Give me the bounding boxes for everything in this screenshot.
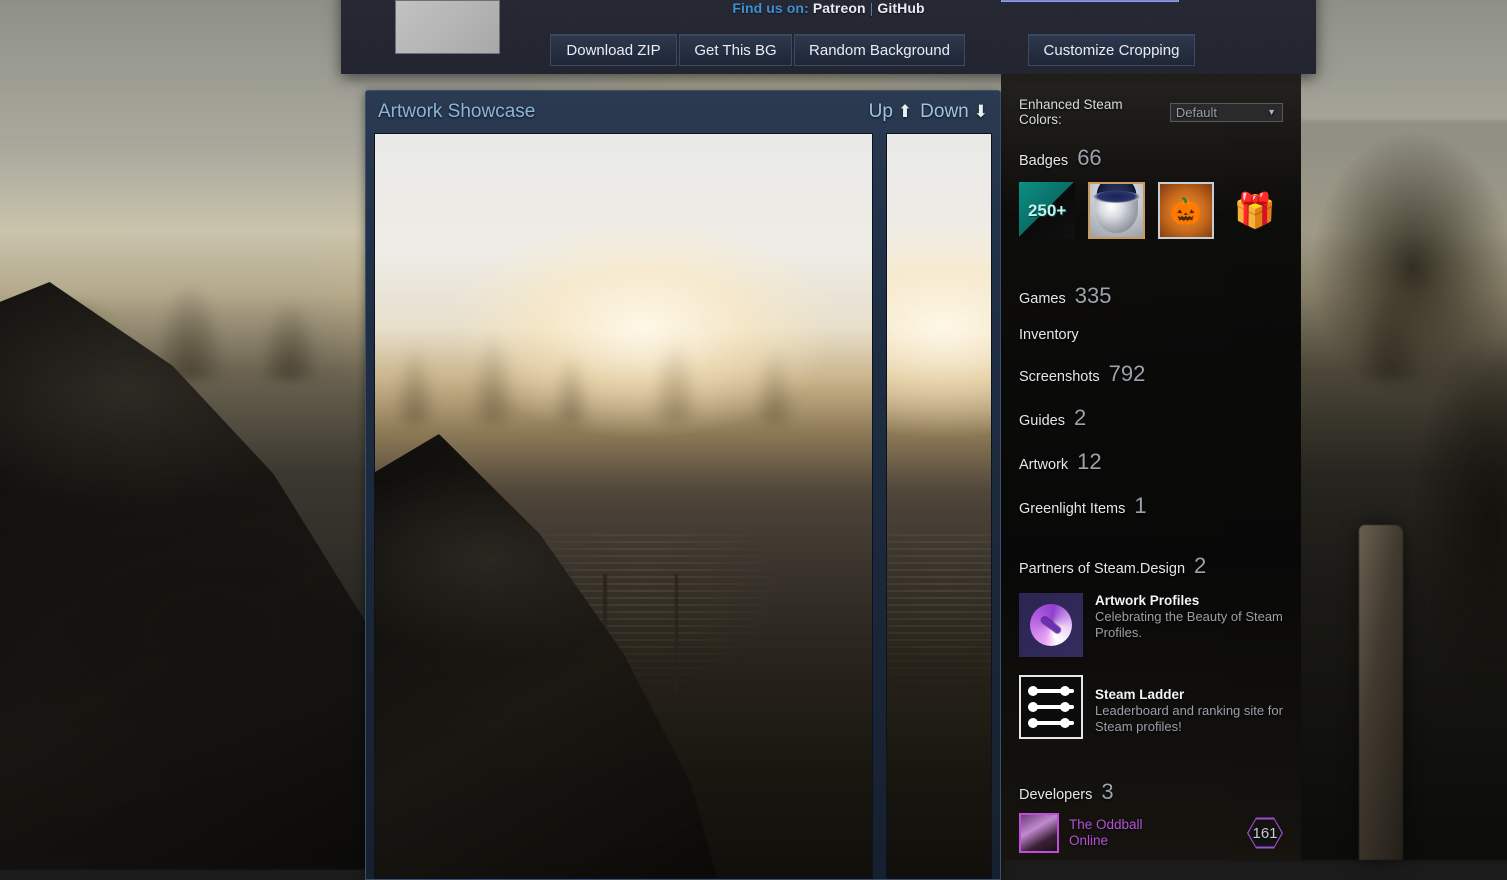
showcase-title: Artwork Showcase (378, 101, 535, 123)
developer-name: The Oddball (1069, 817, 1237, 833)
badge-winter-gift-glyph: 🎁 (1234, 194, 1276, 228)
badge-winter-gift-icon[interactable]: 🎁 (1227, 182, 1283, 239)
steam-ladder-icon (1019, 675, 1083, 739)
artwork-water-shimmer-secondary (887, 534, 991, 794)
badge-cauldron-icon[interactable] (1088, 182, 1144, 239)
stat-label-inventory: Inventory (1019, 327, 1079, 343)
steam-level-badge: 161 (1247, 817, 1283, 850)
stat-label-artwork: Artwork (1019, 457, 1068, 473)
stat-row-greenlight[interactable]: Greenlight Items 1 (1019, 493, 1283, 519)
partners-label: Partners of Steam.Design (1019, 561, 1185, 577)
developer-status: Online (1069, 833, 1237, 849)
background-wooden-post (1359, 525, 1403, 860)
ladder-rung (1028, 718, 1074, 728)
partner-artwork-profiles[interactable]: Artwork Profiles Celebrating the Beauty … (1019, 593, 1283, 657)
stat-row-artwork[interactable]: Artwork 12 (1019, 449, 1283, 475)
partners-section-header: Partners of Steam.Design 2 (1019, 553, 1283, 579)
move-down-button[interactable]: Down ⬇ (920, 101, 988, 123)
artwork-image-main[interactable] (374, 133, 873, 879)
badges-row: 250+ 🎃 🎁 (1019, 182, 1283, 239)
badge-250-plus-label: 250+ (1028, 201, 1066, 221)
stat-label-greenlight: Greenlight Items (1019, 501, 1125, 517)
spacer (1019, 739, 1283, 779)
partner-text: Steam Ladder Leaderboard and ranking sit… (1095, 675, 1283, 735)
stat-row-screenshots[interactable]: Screenshots 792 (1019, 361, 1283, 387)
stat-row-badges[interactable]: Badges 66 (1019, 145, 1283, 171)
developers-count: 3 (1101, 779, 1113, 805)
artwork-treeline (375, 134, 872, 424)
stat-value-greenlight: 1 (1134, 493, 1146, 519)
arrow-down-icon: ⬇ (974, 102, 988, 122)
developer-row[interactable]: The Oddball Online 161 (1019, 813, 1283, 853)
stat-value-guides: 2 (1074, 405, 1086, 431)
ladder-rung (1028, 702, 1074, 712)
move-up-label: Up (869, 101, 893, 123)
stat-label-badges: Badges (1019, 153, 1068, 169)
find-us-bar: Find us on: Patreon | GitHub (341, 0, 1316, 16)
stat-value-artwork: 12 (1077, 449, 1101, 475)
developers-label: Developers (1019, 787, 1092, 803)
stat-row-games[interactable]: Games 335 (1019, 283, 1283, 309)
move-up-button[interactable]: Up ⬆ (869, 101, 913, 123)
showcase-nav: Up ⬆ Down ⬇ (869, 101, 988, 123)
stat-label-guides: Guides (1019, 413, 1065, 429)
partner-name: Artwork Profiles (1095, 593, 1283, 608)
download-zip-button[interactable]: Download ZIP (550, 34, 677, 66)
spacer (1019, 519, 1283, 553)
get-this-bg-button[interactable]: Get This BG (679, 34, 792, 66)
badge-250-plus-icon[interactable]: 250+ (1019, 182, 1075, 239)
partner-description: Celebrating the Beauty of Steam Profiles… (1095, 609, 1283, 641)
profile-sidebar: Enhanced Steam Colors: Default ▼ Badges … (1001, 74, 1301, 860)
partner-text: Artwork Profiles Celebrating the Beauty … (1095, 593, 1283, 641)
github-link[interactable]: GitHub (877, 0, 924, 16)
enhanced-steam-colors-label: Enhanced Steam Colors: (1019, 97, 1164, 127)
stat-value-games: 335 (1075, 283, 1112, 309)
customize-cropping-button[interactable]: Customize Cropping (1028, 34, 1195, 66)
enhanced-steam-colors-select[interactable]: Default ▼ (1170, 103, 1283, 122)
random-background-button[interactable]: Random Background (794, 34, 965, 66)
enhanced-steam-colors-value: Default (1176, 105, 1217, 120)
chevron-down-icon: ▼ (1267, 107, 1276, 117)
partner-steam-ladder[interactable]: Steam Ladder Leaderboard and ranking sit… (1019, 675, 1283, 739)
showcase-header: Artwork Showcase Up ⬆ Down ⬇ (366, 91, 1000, 133)
partner-description: Leaderboard and ranking site for Steam p… (1095, 703, 1283, 735)
showcase-body (374, 133, 992, 879)
badge-pumpkin-icon[interactable]: 🎃 (1158, 182, 1214, 239)
spacer (1019, 239, 1283, 265)
partners-count: 2 (1194, 553, 1206, 579)
developer-text: The Oddball Online (1069, 817, 1237, 848)
stat-label-games: Games (1019, 291, 1066, 307)
arrow-up-icon: ⬆ (898, 102, 912, 122)
stat-row-inventory[interactable]: Inventory (1019, 327, 1283, 343)
top-toolbar: Find us on: Patreon | GitHub Download ZI… (341, 0, 1316, 74)
stat-value-screenshots: 792 (1109, 361, 1146, 387)
artwork-profiles-icon (1019, 593, 1083, 657)
steam-level-value: 161 (1247, 817, 1283, 850)
ladder-rung (1028, 686, 1074, 696)
developers-section-header: Developers 3 (1019, 779, 1283, 805)
link-separator: | (870, 0, 874, 16)
enhanced-steam-colors-row: Enhanced Steam Colors: Default ▼ (1019, 74, 1283, 127)
patreon-link[interactable]: Patreon (813, 0, 866, 16)
find-us-label: Find us on: (732, 0, 809, 16)
selection-highlight-box (1001, 0, 1179, 2)
avatar[interactable] (1019, 813, 1059, 853)
stat-row-guides[interactable]: Guides 2 (1019, 405, 1283, 431)
stat-value-badges: 66 (1077, 145, 1101, 171)
stat-label-screenshots: Screenshots (1019, 369, 1100, 385)
badge-pumpkin-glyph: 🎃 (1169, 198, 1201, 224)
move-down-label: Down (920, 101, 969, 123)
artwork-image-secondary[interactable] (886, 133, 992, 879)
artwork-showcase-panel: Artwork Showcase Up ⬆ Down ⬇ (365, 90, 1001, 880)
partner-name: Steam Ladder (1095, 687, 1283, 702)
